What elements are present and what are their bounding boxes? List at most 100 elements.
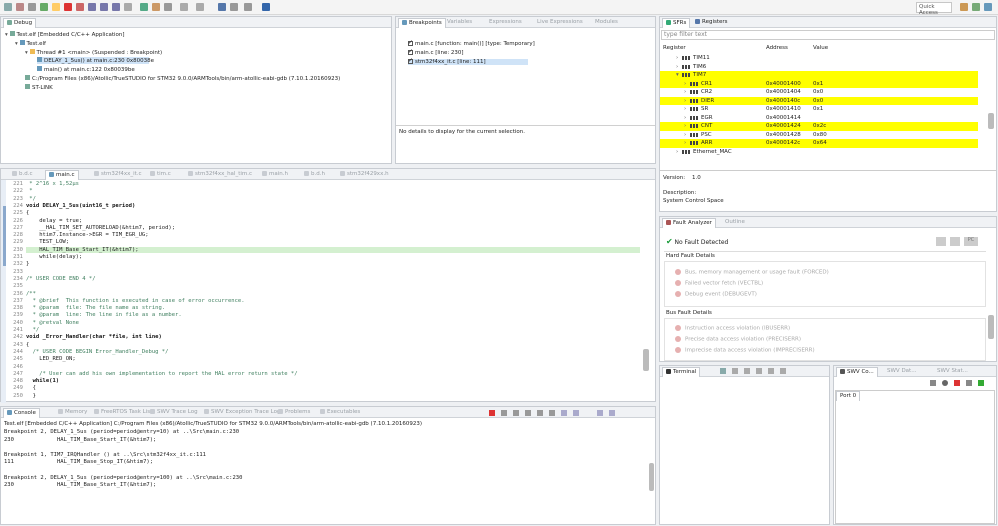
tab-modules[interactable]: Modules bbox=[592, 18, 621, 28]
fault-button[interactable] bbox=[936, 237, 946, 246]
pin-console-icon[interactable] bbox=[549, 410, 555, 416]
code-line[interactable]: * @brief This function is executed in ca… bbox=[26, 298, 245, 304]
code-line[interactable]: { bbox=[26, 385, 36, 391]
remove-launch-icon[interactable] bbox=[501, 410, 507, 416]
step-over-icon[interactable] bbox=[100, 3, 108, 11]
run-icon[interactable] bbox=[16, 3, 24, 11]
terminate-icon[interactable] bbox=[489, 410, 495, 416]
clear-icon[interactable] bbox=[966, 380, 972, 386]
display-console-icon[interactable] bbox=[561, 410, 567, 416]
expand-icon[interactable]: › bbox=[684, 115, 686, 121]
info-icon[interactable] bbox=[218, 3, 226, 11]
copy-icon[interactable] bbox=[756, 368, 762, 374]
column-header[interactable]: Register bbox=[663, 45, 686, 51]
console-tab-5[interactable]: Problems bbox=[275, 408, 313, 418]
code-line[interactable]: htim7.Instance->EGR = TIM_EGR_UG; bbox=[26, 232, 148, 238]
code-line[interactable]: while(delay); bbox=[26, 254, 82, 260]
grid-icon[interactable] bbox=[244, 3, 252, 11]
expand-icon[interactable]: › bbox=[684, 89, 686, 95]
sfr-filter-input[interactable]: type filter text bbox=[661, 30, 995, 40]
search-icon[interactable] bbox=[164, 3, 172, 11]
scrollbar[interactable] bbox=[988, 113, 994, 129]
new-icon[interactable] bbox=[140, 3, 148, 11]
code-line[interactable]: delay = true; bbox=[26, 218, 82, 224]
code-line[interactable]: } bbox=[26, 261, 29, 267]
editor-tab-7[interactable]: stm32f429xx.h bbox=[337, 170, 392, 180]
code-line[interactable]: * 2^16 x 1,52µs bbox=[26, 181, 79, 187]
expand-icon[interactable]: › bbox=[676, 149, 678, 155]
stop-icon[interactable] bbox=[954, 380, 960, 386]
code-line[interactable]: */ bbox=[26, 196, 36, 202]
pc-button[interactable]: PC bbox=[964, 237, 978, 246]
expand-icon[interactable]: › bbox=[684, 106, 686, 112]
tab-variables[interactable]: Variables bbox=[444, 18, 475, 28]
tab-fault-analyzer[interactable]: Fault Analyzer bbox=[662, 218, 716, 228]
code-line[interactable]: /* USER CODE BEGIN Error_Handler_Debug *… bbox=[26, 349, 169, 355]
configure-icon[interactable] bbox=[930, 380, 936, 386]
clear-console-icon[interactable] bbox=[513, 410, 519, 416]
fault-button[interactable] bbox=[950, 237, 960, 246]
debug-tree-item[interactable]: main() at main.c:122 0x80039be bbox=[37, 66, 135, 73]
console-tab-2[interactable]: FreeRTOS Task List bbox=[91, 408, 155, 418]
console-tab-4[interactable]: SWV Exception Trace Log bbox=[201, 408, 283, 418]
tab-swv-stat[interactable]: SWV Stat... bbox=[934, 367, 971, 377]
debug-tree-item[interactable]: ▾ Test.elf [Embedded C/C++ Application] bbox=[5, 31, 125, 38]
word-wrap-icon[interactable] bbox=[537, 410, 543, 416]
scrollbar[interactable] bbox=[643, 349, 649, 371]
add-port-icon[interactable] bbox=[978, 380, 984, 386]
sfr-row[interactable]: › DIER 0x4000140c 0x0 bbox=[660, 96, 978, 105]
forward-icon[interactable] bbox=[196, 3, 204, 11]
code-line[interactable]: /* User can add his own implementation t… bbox=[26, 371, 297, 377]
tab-port-0[interactable]: Port 0 bbox=[836, 391, 861, 401]
perspective-debug-icon[interactable] bbox=[972, 3, 980, 11]
sfr-row[interactable]: › Ethernet_MAC bbox=[660, 148, 978, 157]
column-header[interactable]: Value bbox=[813, 45, 828, 51]
settings-icon[interactable] bbox=[780, 368, 786, 374]
skip-breakpoints-icon[interactable] bbox=[28, 3, 36, 11]
scroll-lock-icon[interactable] bbox=[525, 410, 531, 416]
tab-breakpoints[interactable]: Breakpoints bbox=[398, 18, 446, 28]
tab-terminal[interactable]: Terminal bbox=[662, 367, 701, 377]
tab-expressions[interactable]: Expressions bbox=[486, 18, 525, 28]
sfr-row[interactable]: › TIM11 bbox=[660, 54, 978, 63]
instruction-stepping-icon[interactable] bbox=[124, 3, 132, 11]
debug-tree-item[interactable]: ST-LINK bbox=[25, 84, 53, 91]
code-line[interactable]: void _Error_Handler(char *file, int line… bbox=[26, 334, 162, 340]
code-line[interactable]: { bbox=[26, 210, 29, 216]
code-line[interactable]: while(1) bbox=[26, 378, 60, 384]
layout-icon[interactable] bbox=[230, 3, 238, 11]
editor-text[interactable]: 221 * 2^16 x 1,52µs 222 * 223 */224 void DE… bbox=[1, 181, 641, 403]
sfr-row[interactable]: › CR1 0x40001400 0x1 bbox=[660, 79, 978, 88]
expand-icon[interactable]: › bbox=[676, 55, 678, 61]
code-line[interactable]: /** bbox=[26, 291, 36, 297]
terminate-icon[interactable] bbox=[64, 3, 72, 11]
expand-icon[interactable]: › bbox=[684, 123, 686, 129]
code-line[interactable]: TEST_LOW; bbox=[26, 239, 69, 245]
open-icon[interactable] bbox=[152, 3, 160, 11]
paste-icon[interactable] bbox=[768, 368, 774, 374]
perspective-other-icon[interactable] bbox=[984, 3, 992, 11]
back-icon[interactable] bbox=[180, 3, 188, 11]
expand-icon[interactable]: › bbox=[684, 81, 686, 87]
breakpoint-item[interactable]: main.c [function: main()] [type: Tempora… bbox=[408, 39, 535, 47]
perspective-cpp-icon[interactable] bbox=[960, 3, 968, 11]
checkbox-icon[interactable] bbox=[408, 57, 413, 64]
debug-tree-item[interactable]: ▾ Thread #1 <main> (Suspended : Breakpoi… bbox=[25, 49, 162, 56]
maximize-icon[interactable] bbox=[609, 410, 615, 416]
sfr-row[interactable]: › CR2 0x40001404 0x0 bbox=[660, 88, 978, 97]
editor-tab-5[interactable]: main.h bbox=[259, 170, 291, 180]
sfr-row[interactable]: › CNT 0x40001424 0x2c bbox=[660, 122, 978, 131]
expand-icon[interactable]: › bbox=[676, 64, 678, 70]
sfr-row[interactable]: › TIM6 bbox=[660, 63, 978, 72]
console-output[interactable]: Breakpoint 2, DELAY_1_5us (period=period… bbox=[1, 429, 641, 524]
code-line[interactable]: * @param line: The line in file as a num… bbox=[26, 312, 182, 318]
editor-tab-3[interactable]: tim.c bbox=[147, 170, 174, 180]
tab-live-expressions[interactable]: Live Expressions bbox=[534, 18, 586, 28]
code-line[interactable]: { bbox=[26, 342, 29, 348]
resume-icon[interactable] bbox=[40, 3, 48, 11]
debug-tree-item-selected[interactable]: DELAY_1_5us() at main.c:230 0x80038e bbox=[37, 57, 154, 64]
sfr-row[interactable]: › PSC 0x40001428 0x80 bbox=[660, 131, 978, 140]
scrollbar[interactable] bbox=[988, 315, 994, 339]
step-into-icon[interactable] bbox=[88, 3, 96, 11]
code-line[interactable]: * @param file: The file name as string. bbox=[26, 305, 165, 311]
